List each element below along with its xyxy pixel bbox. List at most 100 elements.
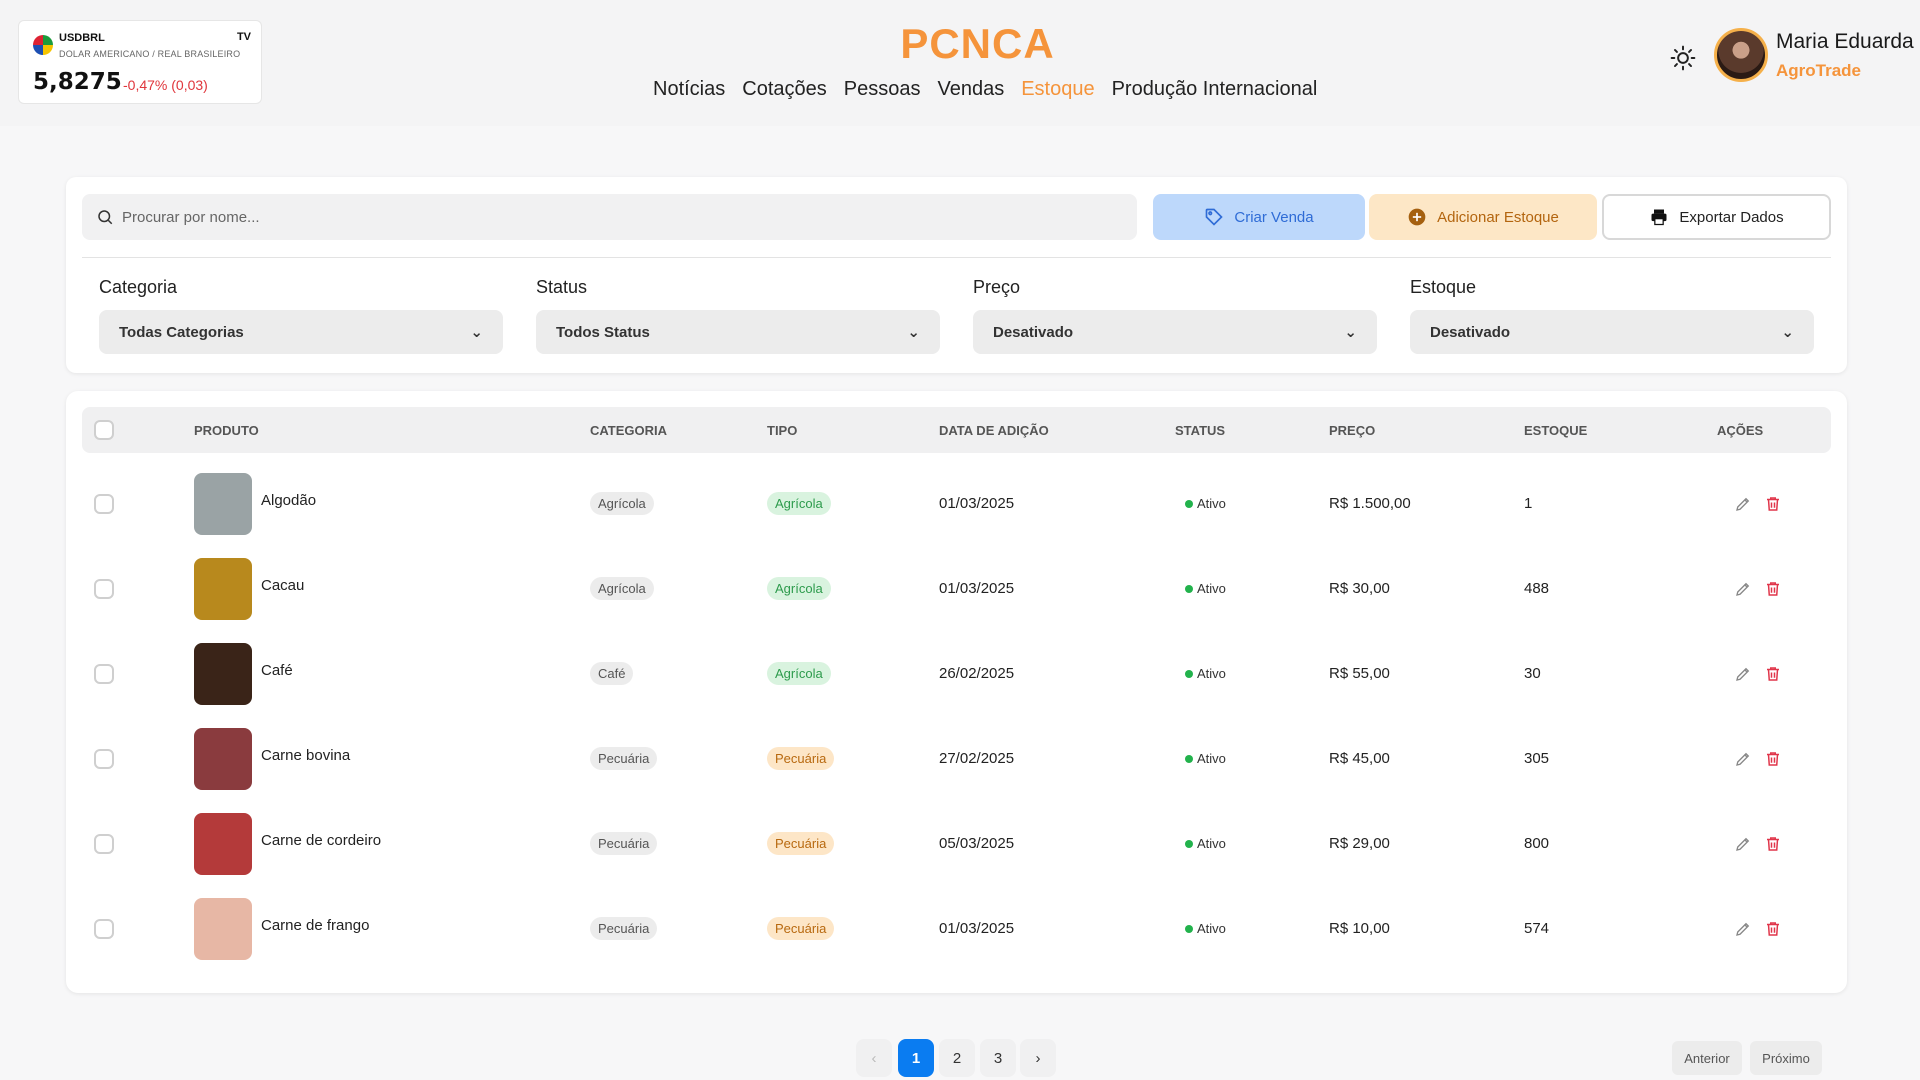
table-row[interactable]: Carne de cordeiro Pecuária Pecuária 05/03/2… bbox=[82, 801, 1831, 886]
col-stock[interactable]: ESTOQUE bbox=[1524, 407, 1587, 453]
delete-icon[interactable] bbox=[1764, 665, 1782, 683]
page-button-3[interactable]: 3 bbox=[980, 1039, 1016, 1077]
table-row[interactable]: Carne bovina Pecuária Pecuária 27/02/2025 At… bbox=[82, 716, 1831, 801]
edit-icon[interactable] bbox=[1734, 835, 1752, 853]
main-nav: Notícias Cotações Pessoas Vendas Estoque Prod… bbox=[653, 78, 1317, 101]
theme-toggle-icon[interactable] bbox=[1670, 45, 1696, 71]
edit-icon[interactable] bbox=[1734, 495, 1752, 513]
category-select[interactable]: Todas Categorias ⌄ bbox=[99, 310, 503, 354]
product-thumbnail bbox=[194, 897, 252, 960]
col-status[interactable]: STATUS bbox=[1175, 407, 1225, 453]
col-product[interactable]: PRODUTO bbox=[194, 407, 259, 453]
user-company: AgroTrade bbox=[1776, 61, 1862, 80]
delete-icon[interactable] bbox=[1764, 835, 1782, 853]
status-text: Ativo bbox=[1197, 581, 1226, 596]
inventory-table: PRODUTO CATEGORIA TIPO DATA DE ADIÇÃO ST… bbox=[66, 391, 1847, 993]
date-added: 27/02/2025 bbox=[939, 750, 1015, 767]
category-badge: Pecuária bbox=[590, 832, 658, 855]
add-stock-button[interactable]: Adicionar Estoque bbox=[1369, 194, 1597, 240]
edit-icon[interactable] bbox=[1734, 665, 1752, 683]
row-checkbox[interactable] bbox=[94, 663, 114, 684]
page-button-2[interactable]: 2 bbox=[939, 1039, 975, 1077]
nav-link-1[interactable]: Cotações bbox=[742, 78, 827, 101]
filter-card: Criar Venda Adicionar Estoque Exportar D… bbox=[66, 177, 1847, 373]
product-name: Carne de cordeiro bbox=[261, 832, 382, 849]
table-row[interactable]: Cacau Agrícola Agrícola 01/03/2025 Ativo R$ 3… bbox=[82, 546, 1831, 631]
stock-select[interactable]: Desativado ⌄ bbox=[1410, 310, 1814, 354]
status-text: Ativo bbox=[1197, 921, 1226, 936]
edit-icon[interactable] bbox=[1734, 750, 1752, 768]
row-checkbox[interactable] bbox=[94, 493, 114, 514]
type-badge: Agrícola bbox=[767, 662, 831, 685]
col-price[interactable]: PREÇO bbox=[1329, 407, 1375, 453]
top-header: USDBRL DOLAR AMERICANO / REAL BRASILEIRO… bbox=[0, 0, 1920, 126]
category-badge: Café bbox=[590, 662, 634, 685]
delete-icon[interactable] bbox=[1764, 750, 1782, 768]
select-value: Desativado bbox=[993, 323, 1074, 341]
user-name[interactable]: Maria Eduarda bbox=[1776, 30, 1914, 54]
chevron-down-icon: ⌄ bbox=[470, 324, 483, 341]
status-dot-icon bbox=[1185, 839, 1193, 848]
nav-link-5[interactable]: Produção Internacional bbox=[1112, 78, 1318, 101]
category-badge: Pecuária bbox=[590, 917, 658, 940]
row-checkbox[interactable] bbox=[94, 918, 114, 939]
next-page-icon[interactable]: › bbox=[1020, 1039, 1056, 1077]
search-input[interactable] bbox=[122, 208, 1022, 226]
filter-label: Categoria bbox=[99, 277, 178, 297]
col-category[interactable]: CATEGORIA bbox=[590, 407, 667, 453]
next-button[interactable]: Próximo bbox=[1750, 1041, 1822, 1075]
create-sale-button[interactable]: Criar Venda bbox=[1153, 194, 1365, 240]
price-value: R$ 29,00 bbox=[1329, 835, 1390, 852]
status-select[interactable]: Todos Status ⌄ bbox=[536, 310, 940, 354]
product-name: Café bbox=[261, 662, 293, 679]
product-name: Algodão bbox=[261, 492, 317, 509]
search-icon bbox=[98, 210, 113, 225]
date-added: 01/03/2025 bbox=[939, 920, 1015, 937]
search-box[interactable] bbox=[82, 194, 1137, 240]
table-row[interactable]: Algodão Agrícola Agrícola 01/03/2025 Ativo R$… bbox=[82, 461, 1831, 546]
export-data-button[interactable]: Exportar Dados bbox=[1602, 194, 1831, 240]
create-sale-label: Criar Venda bbox=[1234, 208, 1314, 226]
brand-logo[interactable]: PCNCA bbox=[0, 20, 1920, 68]
add-stock-label: Adicionar Estoque bbox=[1437, 208, 1559, 226]
filter-stock: Estoque Desativado ⌄ bbox=[1410, 277, 1814, 354]
nav-link-4[interactable]: Estoque bbox=[1021, 78, 1094, 101]
status-text: Ativo bbox=[1197, 496, 1226, 511]
product-name: Cacau bbox=[261, 577, 305, 594]
edit-icon[interactable] bbox=[1734, 580, 1752, 598]
prev-page-icon[interactable]: ‹ bbox=[856, 1039, 892, 1077]
row-checkbox[interactable] bbox=[94, 833, 114, 854]
row-checkbox[interactable] bbox=[94, 748, 114, 769]
select-value: Desativado bbox=[1430, 323, 1511, 341]
printer-icon bbox=[1651, 209, 1667, 226]
previous-button[interactable]: Anterior bbox=[1672, 1041, 1742, 1075]
page-button-1[interactable]: 1 bbox=[898, 1039, 934, 1077]
delete-icon[interactable] bbox=[1764, 495, 1782, 513]
tag-icon bbox=[1206, 208, 1224, 226]
select-all-checkbox[interactable] bbox=[94, 420, 114, 440]
filter-label: Status bbox=[536, 277, 588, 297]
edit-icon[interactable] bbox=[1734, 920, 1752, 938]
status-dot-icon bbox=[1185, 924, 1193, 933]
stock-value: 1 bbox=[1524, 495, 1533, 512]
chevron-down-icon: ⌄ bbox=[1344, 324, 1357, 341]
col-date[interactable]: DATA DE ADIÇÃO bbox=[939, 407, 1049, 453]
table-row[interactable]: Carne de frango Pecuária Pecuária 01/03/202… bbox=[82, 886, 1831, 971]
user-avatar[interactable] bbox=[1714, 28, 1768, 82]
status-dot-icon bbox=[1185, 584, 1193, 593]
product-thumbnail bbox=[194, 472, 252, 535]
delete-icon[interactable] bbox=[1764, 920, 1782, 938]
table-row[interactable]: Café Café Agrícola 26/02/2025 Ativo R$ 55,00 3… bbox=[82, 631, 1831, 716]
row-checkbox[interactable] bbox=[94, 578, 114, 599]
nav-link-0[interactable]: Notícias bbox=[653, 78, 725, 101]
chevron-down-icon: ⌄ bbox=[907, 324, 920, 341]
filter-label: Preço bbox=[973, 277, 1021, 297]
filter-price: Preço Desativado ⌄ bbox=[973, 277, 1377, 354]
nav-link-3[interactable]: Vendas bbox=[937, 78, 1004, 101]
col-type[interactable]: TIPO bbox=[767, 407, 797, 453]
delete-icon[interactable] bbox=[1764, 580, 1782, 598]
nav-link-2[interactable]: Pessoas bbox=[844, 78, 921, 101]
price-select[interactable]: Desativado ⌄ bbox=[973, 310, 1377, 354]
price-value: R$ 55,00 bbox=[1329, 665, 1390, 682]
product-thumbnail bbox=[194, 727, 252, 790]
